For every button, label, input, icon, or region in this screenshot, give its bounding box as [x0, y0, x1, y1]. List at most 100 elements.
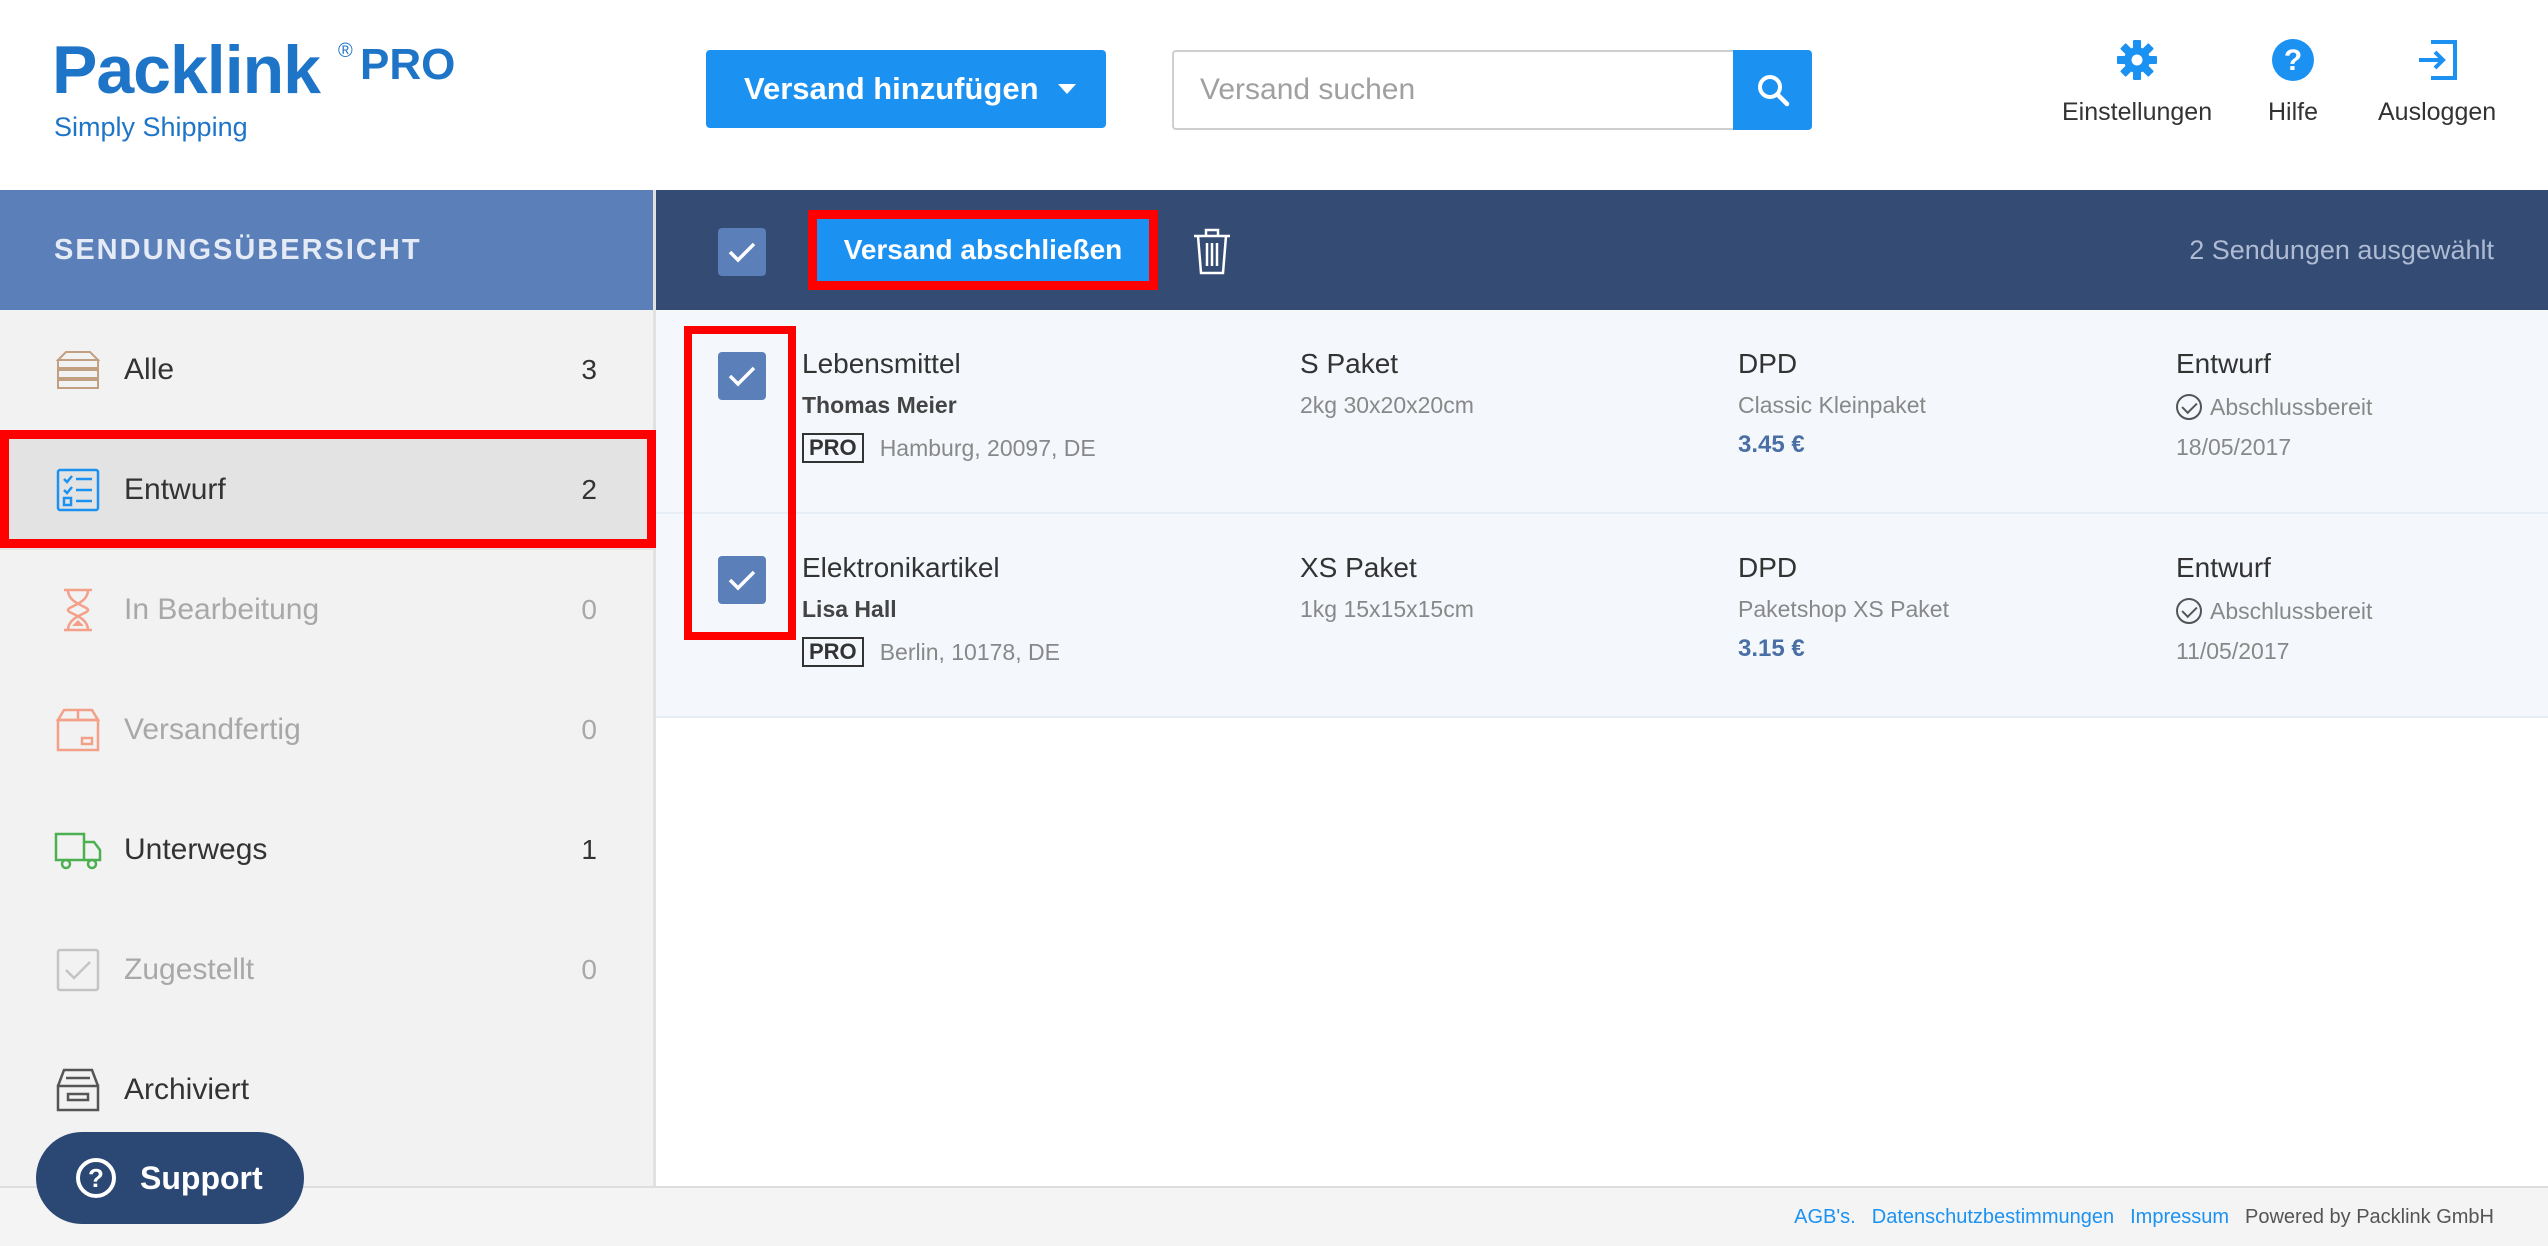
gear-icon	[2117, 40, 2158, 80]
recipient-address: Hamburg, 20097, DE	[879, 434, 1096, 461]
settings-action[interactable]: Einstellungen	[2062, 38, 2212, 127]
stack-icon	[55, 351, 101, 389]
check-circle-icon	[2176, 394, 2202, 420]
shipment-substatus: Abschlussbereit	[2210, 597, 2373, 624]
help-icon: ?	[76, 1158, 116, 1198]
support-button[interactable]: ? Support	[36, 1132, 304, 1224]
sidebar-item-label: Entwurf	[124, 473, 226, 506]
shipment-content-column: Elektronikartikel Lisa Hall PRO Berlin, …	[802, 554, 1060, 667]
sidebar-item-count: 0	[581, 594, 597, 625]
logout-label: Ausloggen	[2378, 98, 2497, 126]
row-checkbox[interactable]	[718, 352, 766, 400]
carrier-name: DPD	[1738, 348, 1798, 379]
carrier-name: DPD	[1738, 552, 1798, 583]
shipment-substatus-line: Abschlussbereit	[2176, 394, 2372, 420]
box-icon	[55, 708, 101, 752]
help-icon: ?	[2272, 39, 2314, 81]
sidebar-item-label: Zugestellt	[124, 953, 255, 986]
carrier-column: DPD Classic Kleinpaket 3.45 €	[1738, 350, 1926, 457]
hourglass-icon	[64, 588, 92, 632]
recipient-address: Berlin, 10178, DE	[879, 638, 1060, 665]
sidebar-item-zugestellt[interactable]: Zugestellt 0	[0, 910, 653, 1030]
header: Packlink ® PRO Simply Shipping Versand h…	[0, 0, 2548, 190]
shipment-row[interactable]: Lebensmittel Thomas Meier PRO Hamburg, 2…	[656, 310, 2548, 514]
search-input[interactable]	[1172, 50, 1734, 130]
shipment-date: 18/05/2017	[2176, 434, 2292, 460]
recipient-address-line: PRO Hamburg, 20097, DE	[802, 433, 1096, 463]
sidebar-title: SENDUNGSÜBERSICHT	[0, 190, 653, 310]
help-label: Hilfe	[2268, 98, 2319, 126]
add-shipment-button[interactable]: Versand hinzufügen	[706, 50, 1106, 128]
selected-count-text: 2 Sendungen ausgewählt	[2189, 234, 2494, 265]
carrier-column: DPD Paketshop XS Paket 3.15 €	[1738, 554, 1949, 661]
check-circle-icon	[2176, 598, 2202, 624]
shipment-row[interactable]: Elektronikartikel Lisa Hall PRO Berlin, …	[656, 514, 2548, 718]
trash-icon[interactable]	[1192, 226, 1232, 276]
close-shipment-button[interactable]: Versand abschließen	[808, 210, 1158, 290]
logo-tagline: Simply Shipping	[54, 112, 248, 142]
sidebar-item-count: 1	[581, 834, 597, 865]
shipment-date: 11/05/2017	[2176, 638, 2290, 664]
sidebar-item-alle[interactable]: Alle 3	[0, 310, 653, 430]
package-column: S Paket 2kg 30x20x20cm	[1300, 350, 1474, 417]
shipment-substatus-line: Abschlussbereit	[2176, 598, 2372, 624]
settings-label: Einstellungen	[2062, 98, 2213, 126]
archive-icon	[56, 1068, 100, 1112]
logo-wordmark: Packlink	[52, 32, 321, 108]
logo-registered-mark: ®	[338, 40, 353, 62]
checkmark-icon	[728, 366, 756, 387]
carrier-service: Paketshop XS Paket	[1738, 596, 1949, 622]
footer-link-agb[interactable]: AGB's.	[1794, 1206, 1856, 1229]
checkmark-icon	[728, 570, 756, 591]
truck-icon	[54, 832, 102, 870]
chevron-down-icon	[1058, 84, 1076, 94]
checkmark-icon	[728, 242, 756, 263]
shipment-content: Elektronikartikel	[802, 552, 1000, 583]
search-icon	[1757, 75, 1789, 107]
sidebar-item-label: In Bearbeitung	[124, 593, 320, 626]
pro-badge: PRO	[802, 637, 864, 667]
shipment-status: Entwurf	[2176, 552, 2271, 583]
sidebar-item-entwurf[interactable]: Entwurf 2	[0, 430, 653, 550]
delivered-icon	[56, 948, 100, 992]
shipment-substatus: Abschlussbereit	[2210, 393, 2373, 420]
shipment-price: 3.15 €	[1738, 635, 1805, 662]
shipment-list: Lebensmittel Thomas Meier PRO Hamburg, 2…	[656, 310, 2548, 718]
footer: AGB's. Datenschutzbestimmungen Impressum…	[0, 1186, 2548, 1246]
package-type: XS Paket	[1300, 552, 1417, 583]
logo-pro-label: PRO	[360, 40, 456, 89]
selection-toolbar: Versand abschließen 2 Sendungen ausgewäh…	[656, 190, 2548, 310]
help-action[interactable]: ? Hilfe	[2268, 38, 2318, 127]
sidebar-item-label: Alle	[124, 353, 175, 386]
sidebar-item-versandfertig[interactable]: Versandfertig 0	[0, 670, 653, 790]
select-all-checkbox[interactable]	[718, 228, 766, 276]
recipient-address-line: PRO Berlin, 10178, DE	[802, 637, 1060, 667]
footer-link-datenschutz[interactable]: Datenschutzbestimmungen	[1872, 1206, 2114, 1229]
sidebar-item-count: 0	[581, 954, 597, 985]
powered-by-text: Powered by Packlink GmbH	[2245, 1205, 2494, 1228]
recipient-name: Lisa Hall	[802, 596, 897, 622]
package-details: 1kg 15x15x15cm	[1300, 596, 1474, 622]
pro-badge: PRO	[802, 433, 864, 463]
recipient-name: Thomas Meier	[802, 392, 957, 418]
search-bar	[1172, 50, 1812, 130]
carrier-service: Classic Kleinpaket	[1738, 392, 1926, 418]
svg-text:?: ?	[2284, 44, 2302, 77]
footer-link-impressum[interactable]: Impressum	[2130, 1206, 2229, 1229]
row-checkbox[interactable]	[718, 556, 766, 604]
status-column: Entwurf Abschlussbereit 18/05/2017	[2176, 350, 2372, 459]
sidebar-item-label: Versandfertig	[124, 713, 301, 746]
shipment-price: 3.45 €	[1738, 431, 1805, 458]
checklist-icon	[56, 468, 100, 512]
add-shipment-label: Versand hinzufügen	[744, 71, 1039, 106]
packlink-logo[interactable]: Packlink ® PRO Simply Shipping	[52, 32, 455, 143]
search-button[interactable]	[1733, 50, 1812, 130]
logout-action[interactable]: Ausloggen	[2378, 38, 2496, 127]
package-details: 2kg 30x20x20cm	[1300, 392, 1474, 418]
sidebar-item-in-bearbeitung[interactable]: In Bearbeitung 0	[0, 550, 653, 670]
sidebar-item-unterwegs[interactable]: Unterwegs 1	[0, 790, 653, 910]
sidebar-item-count: 2	[581, 474, 597, 505]
sidebar-item-label: Unterwegs	[124, 833, 268, 866]
sidebar-item-count: 3	[581, 354, 597, 385]
package-column: XS Paket 1kg 15x15x15cm	[1300, 554, 1474, 621]
